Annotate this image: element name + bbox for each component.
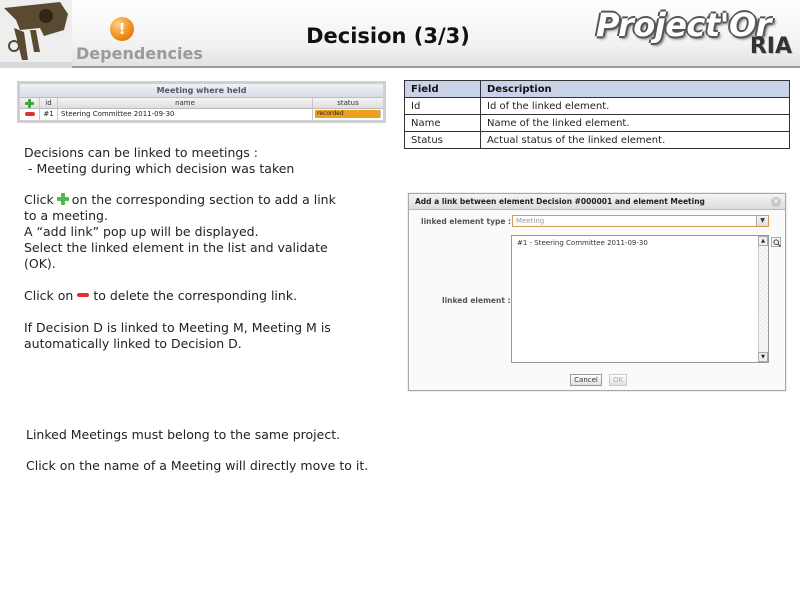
description-cell: Name of the linked element. bbox=[480, 114, 790, 132]
header-banner: ! Dependencies Decision (3/3) Project'Or… bbox=[0, 0, 800, 68]
linked-element-type-select[interactable]: Meeting ▼ bbox=[512, 215, 769, 227]
remove-minus-icon bbox=[24, 112, 35, 116]
linked-element-type-label: linked element type : bbox=[421, 217, 512, 226]
table-row[interactable]: #1 Steering Committee 2011-09-30 recorde… bbox=[20, 109, 383, 120]
text-fragment: to delete the corresponding link. bbox=[93, 288, 298, 303]
dialog-title: Add a link between element Decision #000… bbox=[409, 194, 785, 210]
brand-suffix: RIA bbox=[749, 34, 792, 59]
field-cell: Status bbox=[404, 131, 481, 149]
selected-value: Meeting bbox=[516, 217, 545, 225]
add-plus-icon bbox=[25, 98, 34, 108]
delete-link-paragraph: Click on to delete the corresponding link… bbox=[24, 288, 297, 304]
field-cell: Name bbox=[404, 114, 481, 132]
text-line: Click on the corresponding section to add… bbox=[24, 192, 336, 208]
add-link-dialog: Add a link between element Decision #000… bbox=[408, 193, 786, 391]
field-description-table: Field Description Id Id of the linked el… bbox=[404, 80, 790, 149]
add-plus-icon bbox=[56, 193, 69, 205]
text-line: automatically linked to Decision D. bbox=[24, 336, 242, 351]
text-fragment: Click bbox=[24, 192, 54, 207]
linked-element-list[interactable]: #1 - Steering Committee 2011-09-30 ▲ ▼ bbox=[511, 235, 769, 363]
text-line: - Meeting during which decision was take… bbox=[24, 161, 295, 176]
close-icon[interactable]: ✕ bbox=[771, 197, 781, 207]
text-fragment: on the corresponding section to add a li… bbox=[71, 192, 336, 207]
table-row: Status Actual status of the linked eleme… bbox=[404, 131, 790, 149]
intro-paragraph: Decisions can be linked to meetings : - … bbox=[24, 145, 294, 177]
dependencies-link[interactable]: Dependencies bbox=[76, 44, 203, 63]
ok-button[interactable]: OK bbox=[609, 374, 627, 386]
same-project-note: Linked Meetings must belong to the same … bbox=[26, 427, 341, 442]
scrollbar[interactable]: ▲ ▼ bbox=[758, 236, 768, 362]
dependencies-warning-icon[interactable]: ! bbox=[110, 17, 134, 41]
column-header-row: id name status bbox=[20, 98, 383, 109]
table-header-row: Field Description bbox=[404, 80, 790, 98]
meeting-where-held-section: Meeting where held id name status #1 Ste… bbox=[17, 81, 386, 123]
text-fragment: Click on bbox=[24, 288, 74, 303]
row-id: #1 bbox=[40, 109, 58, 120]
reciprocal-link-paragraph: If Decision D is linked to Meeting M, Me… bbox=[24, 320, 331, 352]
add-link-paragraph: Click on the corresponding section to add… bbox=[24, 192, 336, 272]
header-field: Field bbox=[404, 80, 481, 98]
column-header-name: name bbox=[58, 98, 313, 108]
row-name-link[interactable]: Steering Committee 2011-09-30 bbox=[58, 109, 313, 120]
row-status: recorded bbox=[313, 109, 383, 120]
remove-link-button[interactable] bbox=[20, 109, 40, 120]
header-description: Description bbox=[480, 80, 790, 98]
status-badge: recorded bbox=[315, 110, 381, 118]
scroll-down-icon[interactable]: ▼ bbox=[758, 352, 768, 362]
text-line: Select the linked element in the list an… bbox=[24, 240, 328, 255]
projector-logo-icon bbox=[0, 0, 72, 68]
text-line: Decisions can be linked to meetings : bbox=[24, 145, 258, 160]
scroll-up-icon[interactable]: ▲ bbox=[758, 236, 768, 246]
search-icon bbox=[773, 239, 781, 247]
brand-logo: Project'Or RIA bbox=[596, 4, 792, 60]
cancel-button[interactable]: Cancel bbox=[570, 374, 602, 386]
text-line: A “add link” pop up will be displayed. bbox=[24, 224, 259, 239]
column-header-status: status bbox=[337, 99, 359, 107]
brand-name: Project'Or bbox=[596, 6, 771, 44]
add-link-button[interactable] bbox=[20, 98, 40, 108]
column-header-id: id bbox=[40, 98, 58, 108]
text-line: If Decision D is linked to Meeting M, Me… bbox=[24, 320, 331, 335]
section-title: Meeting where held bbox=[20, 84, 383, 98]
search-button[interactable] bbox=[771, 237, 781, 247]
linked-element-label: linked element : bbox=[442, 296, 511, 305]
description-cell: Id of the linked element. bbox=[480, 97, 790, 115]
list-item[interactable]: #1 - Steering Committee 2011-09-30 bbox=[517, 239, 648, 247]
navigation-note: Click on the name of a Meeting will dire… bbox=[26, 458, 369, 473]
text-line: to a meeting. bbox=[24, 208, 108, 223]
field-cell: Id bbox=[404, 97, 481, 115]
text-line: (OK). bbox=[24, 256, 56, 271]
description-cell: Actual status of the linked element. bbox=[480, 131, 790, 149]
table-row: Name Name of the linked element. bbox=[404, 114, 790, 132]
table-row: Id Id of the linked element. bbox=[404, 97, 790, 115]
remove-minus-icon bbox=[77, 293, 90, 297]
page-title: Decision (3/3) bbox=[306, 24, 470, 48]
chevron-down-icon[interactable]: ▼ bbox=[756, 216, 768, 226]
